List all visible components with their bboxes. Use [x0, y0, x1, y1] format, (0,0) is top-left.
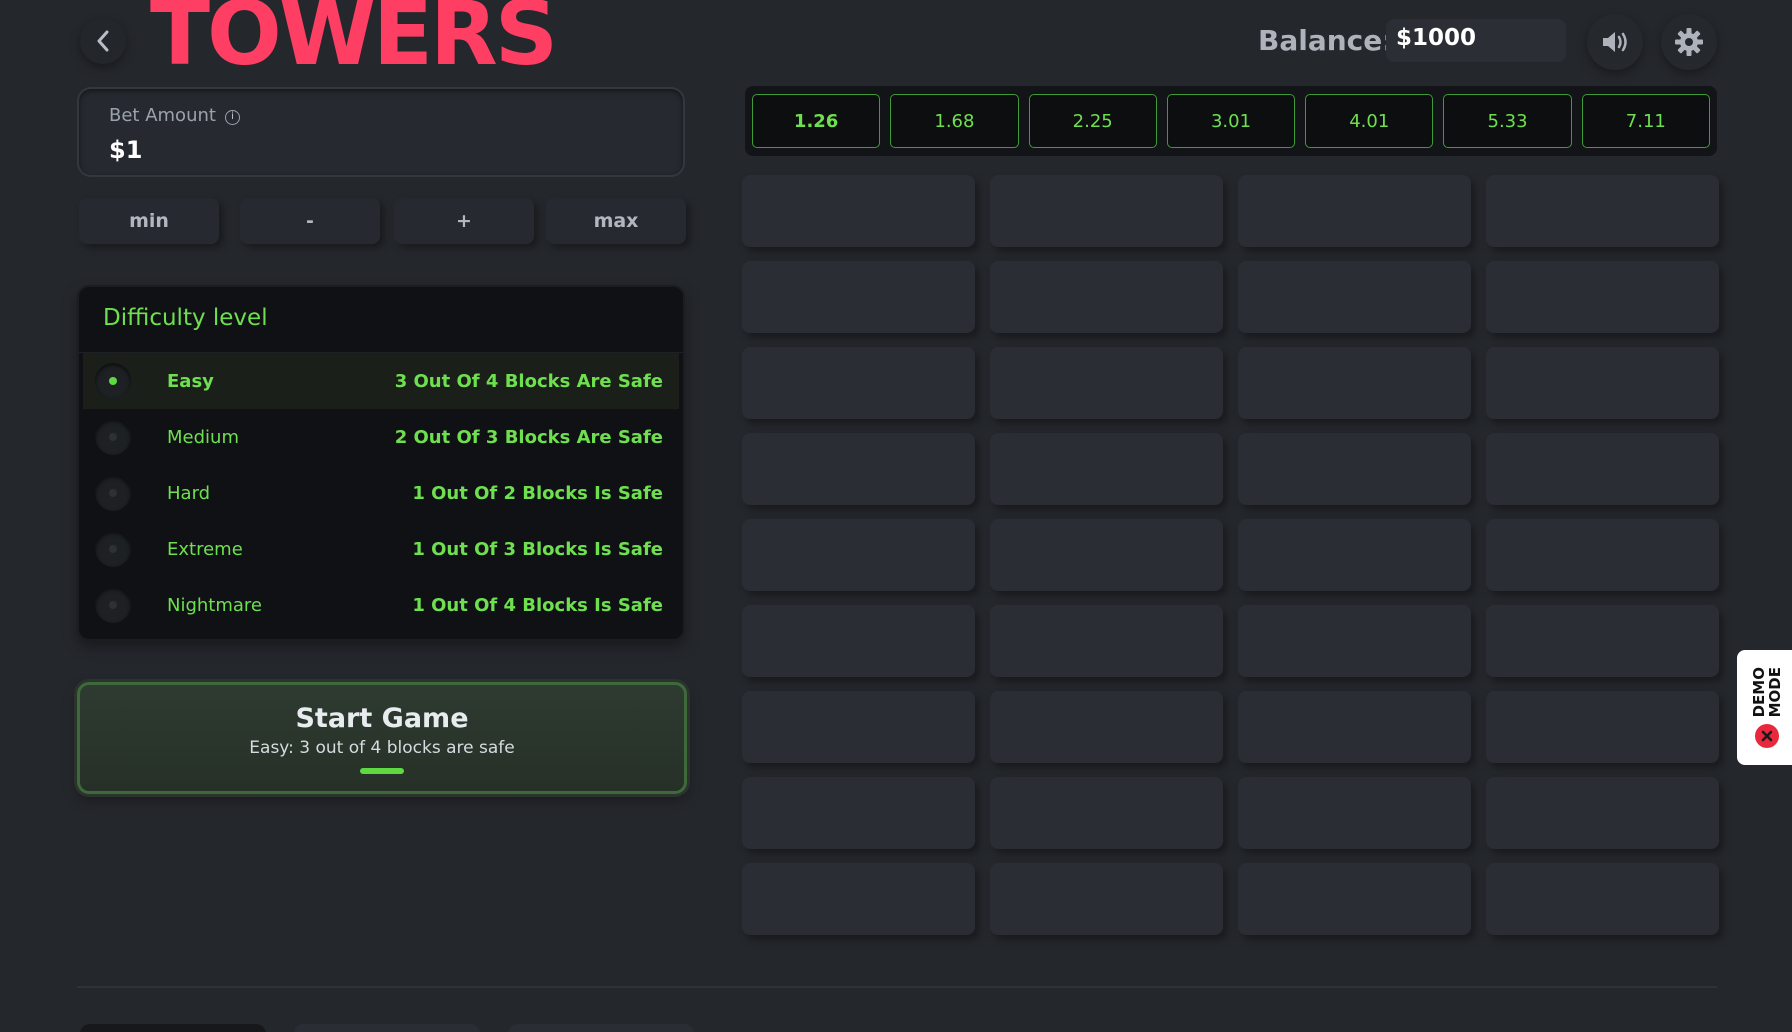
difficulty-name: Extreme [167, 538, 243, 560]
chevron-left-icon [97, 30, 109, 52]
difficulty-panel: Difficulty level Easy 3 Out Of 4 Blocks … [77, 285, 685, 641]
settings-button[interactable] [1661, 14, 1717, 70]
tower-tile[interactable] [990, 175, 1223, 247]
tower-tile[interactable] [1238, 519, 1471, 591]
tower-tile[interactable] [1238, 863, 1471, 935]
bet-max-button[interactable]: max [546, 198, 686, 244]
tower-tile[interactable] [742, 777, 975, 849]
difficulty-description: 1 Out Of 3 Blocks Is Safe [412, 538, 663, 560]
difficulty-option-medium[interactable]: Medium 2 Out Of 3 Blocks Are Safe [83, 409, 679, 465]
bet-increase-button[interactable]: + [394, 198, 534, 244]
tower-tile[interactable] [1486, 433, 1719, 505]
tower-tile[interactable] [1486, 347, 1719, 419]
difficulty-title: Difficulty level [79, 287, 683, 353]
difficulty-description: 1 Out Of 2 Blocks Is Safe [412, 482, 663, 504]
tower-tile[interactable] [1486, 691, 1719, 763]
demo-mode-text: DEMO MODE [1750, 667, 1784, 718]
multiplier-strip: 1.26 1.68 2.25 3.01 4.01 5.33 7.11 [745, 86, 1717, 156]
tower-tile[interactable] [990, 347, 1223, 419]
difficulty-description: 1 Out Of 4 Blocks Is Safe [412, 594, 663, 616]
multiplier-level-7[interactable]: 7.11 [1581, 94, 1710, 148]
tower-tile[interactable] [1238, 261, 1471, 333]
tower-tile[interactable] [990, 777, 1223, 849]
difficulty-description: 3 Out Of 4 Blocks Are Safe [394, 370, 663, 392]
bet-min-button[interactable]: min [79, 198, 219, 244]
start-game-subtitle: Easy: 3 out of 4 blocks are safe [249, 738, 515, 758]
demo-mode-line2: MODE [1766, 667, 1784, 718]
tower-tile[interactable] [742, 347, 975, 419]
bet-decrease-button[interactable]: - [240, 198, 380, 244]
start-game-button[interactable]: Start Game Easy: 3 out of 4 blocks are s… [77, 682, 687, 794]
close-icon[interactable] [1755, 723, 1779, 748]
back-button[interactable] [80, 18, 126, 64]
speaker-icon [1603, 32, 1627, 52]
divider [77, 986, 1717, 988]
tower-tile[interactable] [742, 175, 975, 247]
difficulty-option-easy[interactable]: Easy 3 Out Of 4 Blocks Are Safe [83, 353, 679, 409]
difficulty-name: Easy [167, 370, 214, 392]
bottom-tab[interactable] [294, 1024, 480, 1032]
multiplier-level-1[interactable]: 1.26 [752, 94, 881, 148]
tower-tile[interactable] [1238, 433, 1471, 505]
radio-button[interactable] [95, 531, 131, 567]
multiplier-level-6[interactable]: 5.33 [1443, 94, 1572, 148]
bet-amount-value[interactable]: $1 [109, 136, 653, 164]
gear-icon [1675, 28, 1703, 56]
multiplier-level-5[interactable]: 4.01 [1305, 94, 1434, 148]
tower-tile[interactable] [990, 863, 1223, 935]
multiplier-level-3[interactable]: 2.25 [1028, 94, 1157, 148]
difficulty-option-nightmare[interactable]: Nightmare 1 Out Of 4 Blocks Is Safe [83, 577, 679, 633]
tower-tile[interactable] [1486, 175, 1719, 247]
start-game-indicator [360, 768, 404, 774]
info-icon[interactable]: i [225, 110, 241, 125]
bet-amount-label: Bet Amount [109, 105, 216, 126]
tower-tile[interactable] [1238, 347, 1471, 419]
tower-tile[interactable] [742, 433, 975, 505]
tower-tile[interactable] [990, 691, 1223, 763]
tower-tile[interactable] [990, 433, 1223, 505]
tower-tile[interactable] [990, 261, 1223, 333]
tower-tile[interactable] [742, 863, 975, 935]
difficulty-option-extreme[interactable]: Extreme 1 Out Of 3 Blocks Is Safe [83, 521, 679, 577]
tower-tile[interactable] [742, 605, 975, 677]
sound-button[interactable] [1587, 14, 1643, 70]
tower-tile[interactable] [1486, 777, 1719, 849]
tower-tile[interactable] [1486, 519, 1719, 591]
tower-tile[interactable] [1486, 261, 1719, 333]
difficulty-name: Medium [167, 426, 239, 448]
bet-amount-label-row: Bet Amount i [109, 105, 653, 126]
tower-tile[interactable] [742, 261, 975, 333]
difficulty-description: 2 Out Of 3 Blocks Are Safe [394, 426, 663, 448]
demo-mode-badge[interactable]: DEMO MODE [1737, 650, 1792, 765]
tower-tile[interactable] [742, 519, 975, 591]
radio-button[interactable] [95, 363, 131, 399]
tower-tile[interactable] [1486, 605, 1719, 677]
start-game-title: Start Game [295, 703, 469, 734]
tower-tile[interactable] [742, 691, 975, 763]
bottom-tab[interactable] [508, 1024, 694, 1032]
bottom-tab[interactable] [80, 1024, 266, 1032]
tower-tile[interactable] [1238, 691, 1471, 763]
difficulty-name: Hard [167, 482, 211, 504]
tower-tile[interactable] [1238, 777, 1471, 849]
difficulty-name: Nightmare [167, 594, 263, 616]
bet-amount-field[interactable]: Bet Amount i $1 [77, 87, 685, 177]
tower-tile[interactable] [1238, 605, 1471, 677]
multiplier-level-4[interactable]: 3.01 [1166, 94, 1296, 148]
radio-button[interactable] [95, 475, 131, 511]
radio-button[interactable] [95, 587, 131, 623]
tower-grid [742, 175, 1719, 935]
game-logo: TOWERS [150, 0, 558, 85]
tower-tile[interactable] [990, 605, 1223, 677]
tower-tile[interactable] [990, 519, 1223, 591]
difficulty-option-hard[interactable]: Hard 1 Out Of 2 Blocks Is Safe [83, 465, 679, 521]
towers-game: TOWERS Balance: $1000 Bet Amount i $1 mi… [0, 0, 1792, 1032]
radio-button[interactable] [95, 419, 131, 455]
tower-tile[interactable] [1238, 175, 1471, 247]
balance-label: Balance: [1258, 24, 1394, 57]
multiplier-level-2[interactable]: 1.68 [890, 94, 1019, 148]
balance-value: $1000 [1386, 19, 1566, 62]
tower-tile[interactable] [1486, 863, 1719, 935]
